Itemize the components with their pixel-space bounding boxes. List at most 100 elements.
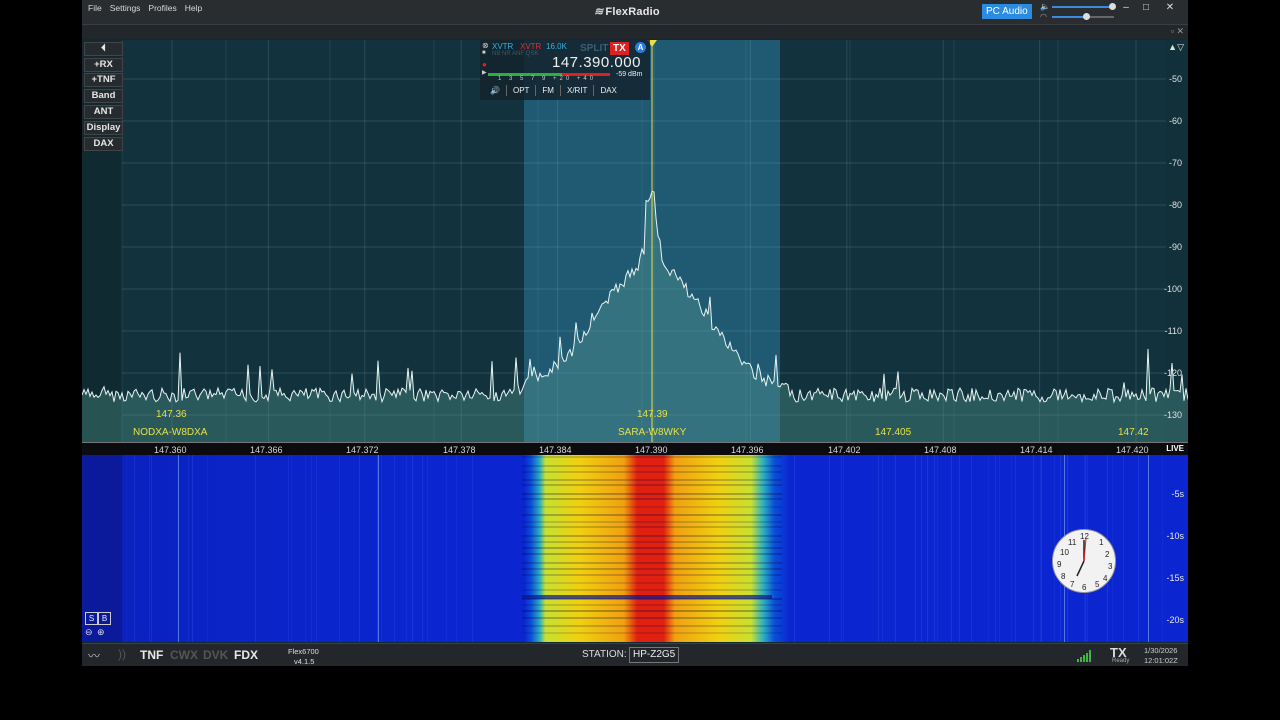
spot-callsign[interactable]: SARA-W8WKY xyxy=(618,427,686,438)
collapse-panel-button[interactable]: ⏴ xyxy=(84,42,123,56)
add-rx-button[interactable]: +RX xyxy=(84,58,123,72)
waterfall-noise xyxy=(1010,455,1012,642)
maximize-button[interactable]: □ xyxy=(1136,2,1156,13)
ruler-tick: 147.366 xyxy=(250,445,283,455)
waterfall-carrier-line xyxy=(378,455,379,642)
zoom-out-icon[interactable]: ⊖ xyxy=(85,627,93,638)
lock-icon[interactable]: ■ xyxy=(482,50,486,56)
xvtr-label-tx[interactable]: XVTR xyxy=(520,42,541,51)
tx-volume-slider[interactable] xyxy=(1052,3,1117,10)
waterfall-noise xyxy=(134,455,136,642)
slice-letter-badge[interactable]: A xyxy=(635,42,646,53)
opt-button[interactable]: OPT xyxy=(505,85,535,96)
menu-file[interactable]: File xyxy=(88,3,102,13)
waterfall[interactable]: -5s -10s -15s -20s 12 1 2 3 4 5 6 7 8 9 … xyxy=(82,455,1188,642)
spot-callsign[interactable]: NODXA-W8DXA xyxy=(133,427,207,438)
waterfall-stripe xyxy=(522,464,782,467)
waterfall-noise xyxy=(393,455,395,642)
split-button[interactable]: SPLIT xyxy=(580,43,608,54)
waterfall-noise xyxy=(794,455,796,642)
waterfall-stripe xyxy=(522,603,782,606)
waterfall-carrier-line xyxy=(178,455,179,642)
waterfall-stripe xyxy=(522,470,782,473)
menu-profiles[interactable]: Profiles xyxy=(148,3,176,13)
waterfall-noise xyxy=(1033,455,1035,642)
waterfall-b-button[interactable]: B xyxy=(98,612,111,625)
play-icon[interactable]: ▶ xyxy=(482,69,487,76)
spot-frequency[interactable]: 147.42 xyxy=(1118,427,1149,438)
close-button[interactable]: ✕ xyxy=(1160,2,1180,13)
menu-settings[interactable]: Settings xyxy=(110,3,141,13)
waterfall-noise xyxy=(840,455,842,642)
panadapter[interactable]: ⏴ +RX +TNF Band ANT Display DAX -50 -60 … xyxy=(82,40,1188,442)
waterfall-s-button[interactable]: S xyxy=(85,612,98,625)
waterfall-noise xyxy=(936,455,938,642)
frequency-ruler[interactable]: 147.360 147.366 147.372 147.378 147.384 … xyxy=(82,442,1188,456)
spot-frequency[interactable]: 147.405 xyxy=(875,427,911,438)
station-label: STATION: xyxy=(582,649,627,660)
slider-knob[interactable] xyxy=(1083,13,1091,20)
station-name[interactable]: HP-Z2G5 xyxy=(629,647,680,663)
waterfall-noise xyxy=(1123,455,1125,642)
ant-button[interactable]: ANT xyxy=(84,105,123,119)
waterfall-stripe xyxy=(522,492,782,495)
waterfall-noise xyxy=(358,455,360,642)
headphone-volume-slider[interactable] xyxy=(1052,13,1114,20)
xrit-button[interactable]: X/RIT xyxy=(559,85,593,96)
band-button[interactable]: Band xyxy=(84,89,123,103)
waterfall-stripe xyxy=(522,546,782,549)
waterfall-noise xyxy=(1137,455,1139,642)
waterfall-noise xyxy=(187,455,189,642)
scale-arrows-icon[interactable]: ▲▽ xyxy=(1168,42,1184,53)
waterfall-noise xyxy=(970,455,972,642)
title-bar: File Settings Profiles Help ≋ FlexRadio P… xyxy=(82,0,1188,25)
waterfall-noise xyxy=(381,455,383,642)
antenna-icon: ⊗ xyxy=(482,41,489,50)
radio-version: v4.1.5 xyxy=(294,657,315,666)
waterfall-noise xyxy=(316,455,318,642)
waterfall-noise xyxy=(988,455,990,642)
speaker-mute-icon[interactable]: 🔈 xyxy=(1040,2,1050,11)
fdx-toggle[interactable]: FDX xyxy=(234,648,258,662)
audio-waves-icon[interactable]: )) xyxy=(118,647,126,661)
waterfall-noise xyxy=(446,455,448,642)
spot-frequency[interactable]: 147.39 xyxy=(637,409,668,420)
ruler-tick: 147.390 xyxy=(635,445,668,455)
dbm-label: -120 xyxy=(1163,368,1182,378)
display-button[interactable]: Display xyxy=(84,121,123,135)
waterfall-stripe xyxy=(522,513,782,516)
status-date: 1/30/2026 xyxy=(1144,646,1178,655)
slice-flag[interactable]: XVTR XVTR 16.0K NB NR ANF QSK ⊗ ■ ● ▶ SP… xyxy=(480,40,650,100)
ruler-tick: 147.402 xyxy=(828,445,861,455)
mode-button[interactable]: FM xyxy=(535,85,560,96)
close-panadapter-icon[interactable]: ▫ ✕ xyxy=(1171,26,1184,37)
ruler-tick: 147.372 xyxy=(346,445,379,455)
mute-button[interactable]: 🔊 xyxy=(484,85,506,96)
tnf-toggle[interactable]: TNF xyxy=(140,648,163,662)
dax-button[interactable]: DAX xyxy=(84,137,123,151)
zoom-in-icon[interactable]: ⊕ xyxy=(97,627,105,638)
panadapter-icon[interactable]: 〰 xyxy=(88,647,100,664)
waterfall-noise xyxy=(126,455,127,642)
record-icon[interactable]: ● xyxy=(482,60,487,69)
waterfall-noise xyxy=(148,455,150,642)
waterfall-noise xyxy=(877,455,879,642)
spot-frequency[interactable]: 147.36 xyxy=(156,409,187,420)
speaker-icon: 🔊 xyxy=(490,86,500,95)
radio-model: Flex6700 xyxy=(288,647,319,656)
spectrum-plot[interactable] xyxy=(82,40,1188,442)
slice-frequency[interactable]: 147.390.000 xyxy=(552,54,641,71)
dax-slice-button[interactable]: DAX xyxy=(593,85,622,96)
cwx-toggle[interactable]: CWX xyxy=(170,648,198,662)
dvk-toggle[interactable]: DVK xyxy=(203,648,228,662)
clock-icon: 12 1 2 3 4 5 6 7 8 9 10 11 xyxy=(1052,529,1116,593)
headphone-icon[interactable]: ◠ xyxy=(1040,12,1047,21)
dbm-label: -110 xyxy=(1164,326,1182,336)
pc-audio-button[interactable]: PC Audio xyxy=(982,4,1032,19)
minimize-button[interactable]: – xyxy=(1116,2,1136,13)
menu-help[interactable]: Help xyxy=(185,3,202,13)
waterfall-noise xyxy=(310,455,312,642)
waterfall-stripe xyxy=(522,561,782,564)
add-tnf-button[interactable]: +TNF xyxy=(84,73,123,87)
xvtr-label[interactable]: XVTR xyxy=(492,42,513,51)
